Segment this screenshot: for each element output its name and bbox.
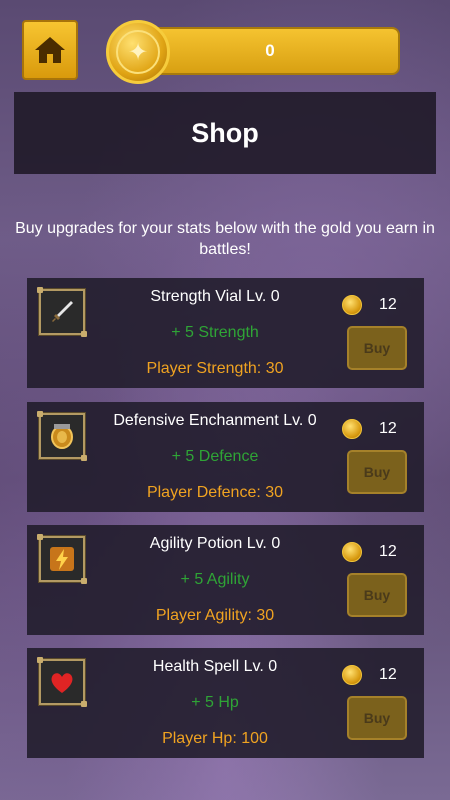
- item-title: Agility Potion Lv. 0: [149, 535, 281, 552]
- home-icon: [35, 37, 65, 63]
- item-stat: Player Hp: 100: [162, 730, 268, 747]
- coin-icon: [342, 419, 362, 439]
- shop-item-strength: Strength Vial Lv. 0 + 5 Strength Player …: [27, 278, 424, 388]
- item-bonus: + 5 Defence: [171, 448, 259, 465]
- shop-description: Buy upgrades for your stats below with t…: [15, 220, 435, 258]
- heart-icon: [37, 657, 87, 707]
- buy-button[interactable]: Buy: [347, 450, 407, 494]
- gold-coin-icon: ✦: [106, 20, 170, 84]
- item-bonus: + 5 Hp: [191, 694, 239, 711]
- item-stat: Player Strength: 30: [146, 360, 284, 377]
- item-price: 12: [379, 666, 397, 683]
- sword-icon: [37, 287, 87, 337]
- buy-button[interactable]: Buy: [347, 573, 407, 617]
- buy-button[interactable]: Buy: [347, 696, 407, 740]
- coin-icon: [342, 542, 362, 562]
- lightning-icon: [37, 534, 87, 584]
- item-price: 12: [379, 420, 397, 437]
- item-stat: Player Agility: 30: [155, 607, 275, 624]
- page-title: Shop: [191, 117, 259, 148]
- item-stat: Player Defence: 30: [146, 484, 284, 501]
- item-title: Strength Vial Lv. 0: [150, 288, 280, 305]
- coin-icon: [342, 665, 362, 685]
- item-price: 12: [379, 296, 397, 313]
- item-bonus: + 5 Strength: [171, 324, 259, 341]
- home-button[interactable]: [22, 20, 78, 80]
- shop-item-defence: Defensive Enchanment Lv. 0 + 5 Defence P…: [27, 402, 424, 512]
- shop-item-agility: Agility Potion Lv. 0 + 5 Agility Player …: [27, 525, 424, 635]
- shield-icon: [37, 411, 87, 461]
- buy-button[interactable]: Buy: [347, 326, 407, 370]
- shop-header: Shop: [14, 92, 436, 174]
- item-title: Defensive Enchanment Lv. 0: [113, 412, 317, 429]
- item-bonus: + 5 Agility: [180, 571, 250, 588]
- item-price: 12: [379, 543, 397, 560]
- shop-item-health: Health Spell Lv. 0 + 5 Hp Player Hp: 100…: [27, 648, 424, 758]
- top-bar: 0 ✦: [0, 0, 450, 90]
- item-title: Health Spell Lv. 0: [152, 658, 278, 675]
- coin-icon: [342, 295, 362, 315]
